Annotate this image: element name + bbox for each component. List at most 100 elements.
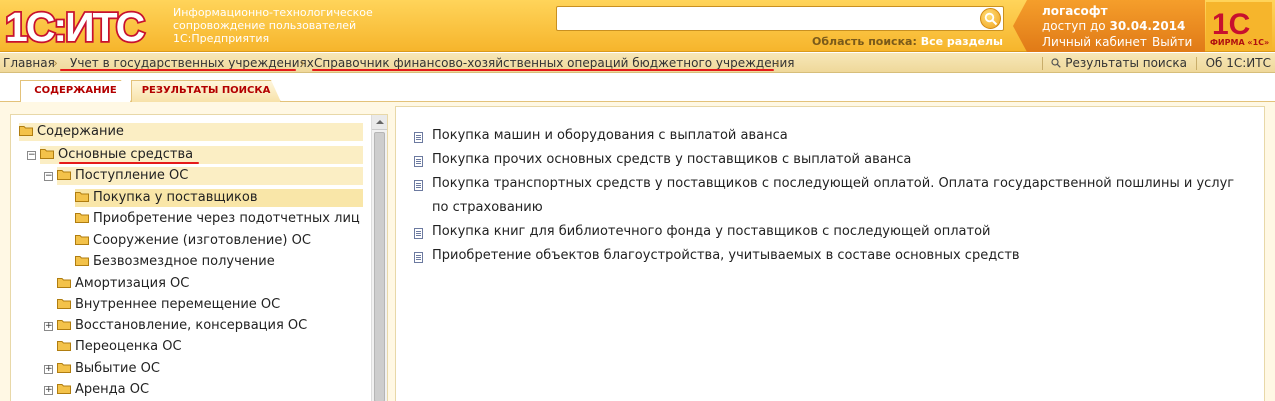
document-link[interactable]: Покупка книг для библиотечного фонда у п… <box>432 220 990 244</box>
tree-item-label: Покупка у поставщиков <box>93 190 258 205</box>
tree-item-label: Сооружение (изготовление) ОС <box>93 233 311 248</box>
tree-item-contents[interactable]: Содержание <box>19 123 363 141</box>
breadcrumb-gov-accounting[interactable]: Учет в государственных учреждениях <box>70 56 314 70</box>
divider <box>1195 57 1197 70</box>
tree-item-label: Внутреннее перемещение ОС <box>75 297 281 312</box>
top-header: 1С:ИТС Информационно-технологическое соп… <box>0 0 1275 52</box>
tab-contents[interactable]: СОДЕРЖАНИЕ <box>20 80 131 102</box>
tree-item-label: Аренда ОС <box>75 382 150 397</box>
tree-item-label: Безвозмездное получение <box>93 254 275 269</box>
account-name: логасофт <box>1042 4 1108 18</box>
folder-icon <box>57 299 71 309</box>
document-link[interactable]: Покупка машин и оборудования с выплатой … <box>432 124 788 148</box>
tree-item-label: Содержание <box>37 124 124 139</box>
arrow-up-icon <box>376 120 384 124</box>
logo-description: Информационно-технологическое сопровожде… <box>173 6 373 45</box>
account-panel: логасофт доступ до 30.04.2014 Личный каб… <box>1013 0 1205 52</box>
chevron-right-icon: › <box>300 56 305 70</box>
scrollbar-thumb[interactable] <box>374 132 385 401</box>
divider <box>1041 57 1043 70</box>
search-button[interactable] <box>980 8 1001 29</box>
folder-icon <box>75 256 89 266</box>
folder-icon <box>57 384 71 394</box>
tree-item-purchase-from-suppliers[interactable]: Покупка у поставщиков <box>75 189 363 207</box>
logo-text: 1С:ИТС <box>5 4 145 47</box>
tree-item-internal-transfer[interactable]: Внутреннее перемещение ОС <box>57 296 280 314</box>
breadcrumb-handbook[interactable]: Справочник финансово-хозяйственных опера… <box>314 56 794 70</box>
breadcrumb: Главная › Учет в государственных учрежде… <box>0 53 1275 73</box>
firm-caption: ФИРМА «1С» <box>1210 38 1270 47</box>
tree-item-label: Основные средства <box>58 147 194 162</box>
firm-logo-text: 1С <box>1212 8 1250 41</box>
scroll-up-button[interactable] <box>372 115 387 130</box>
logo-desc-line: Информационно-технологическое <box>173 6 373 19</box>
contents-tree: Содержание − Основные средства − Поступл… <box>10 114 388 401</box>
tree-item-accountable-persons[interactable]: Приобретение через подотчетных лиц <box>75 210 360 228</box>
access-prefix: доступ до <box>1042 19 1106 33</box>
document-icon <box>414 228 423 239</box>
tree-item-revaluation[interactable]: Переоценка ОС <box>57 338 182 356</box>
annotation-underline <box>312 69 774 71</box>
folder-icon <box>19 126 33 136</box>
tree-item-construction[interactable]: Сооружение (изготовление) ОС <box>75 232 311 250</box>
document-icon <box>414 156 423 167</box>
tree-item-lease[interactable]: Аренда ОС <box>57 381 149 399</box>
document-link-continuation[interactable]: по страхованию <box>432 196 543 220</box>
tree-item-restoration[interactable]: Восстановление, консервация ОС <box>57 317 307 335</box>
search-scope-value[interactable]: Все разделы <box>921 35 1003 48</box>
folder-icon <box>57 363 71 373</box>
expand-toggle-icon[interactable]: + <box>44 365 53 374</box>
folder-icon <box>75 213 89 223</box>
search-scope: Область поиска: Все разделы <box>812 35 1003 48</box>
breadcrumb-home[interactable]: Главная <box>3 56 55 70</box>
tab-strip: СОДЕРЖАНИЕ РЕЗУЛЬТАТЫ ПОИСКА <box>0 74 1275 102</box>
logout-link[interactable]: Выйти <box>1152 35 1192 49</box>
search-scope-label: Область поиска: <box>812 35 917 48</box>
collapse-toggle-icon[interactable]: − <box>44 172 53 181</box>
document-icon <box>414 132 423 143</box>
access-until: доступ до 30.04.2014 <box>1042 19 1185 33</box>
logo-desc-line: 1С:Предприятия <box>173 32 270 45</box>
itc-logo[interactable]: 1С:ИТС <box>3 3 166 47</box>
folder-icon <box>75 235 89 245</box>
tree-scrollbar[interactable] <box>371 115 387 401</box>
annotation-underline <box>60 69 296 71</box>
tree-item-label: Выбытие ОС <box>75 361 160 376</box>
tree-item-label: Переоценка ОС <box>75 339 182 354</box>
chevron-right-icon: › <box>53 56 58 70</box>
tree-item-disposal[interactable]: Выбытие ОС <box>57 360 160 378</box>
document-link[interactable]: Покупка транспортных средств у поставщик… <box>432 172 1234 196</box>
chevron-right-icon: › <box>775 56 780 70</box>
about-link[interactable]: Об 1С:ИТС <box>1206 56 1271 70</box>
document-link[interactable]: Приобретение объектов благоустройства, у… <box>432 244 1020 268</box>
tree-item-depreciation[interactable]: Амортизация ОС <box>57 275 189 293</box>
folder-icon <box>57 341 71 351</box>
annotation-underline <box>59 162 199 164</box>
tree-item-free-receipt[interactable]: Безвозмездное получение <box>75 253 275 271</box>
expand-toggle-icon[interactable]: + <box>44 322 53 331</box>
document-icon <box>414 180 423 191</box>
folder-icon <box>57 320 71 330</box>
search-box <box>556 6 1004 31</box>
personal-cabinet-link[interactable]: Личный кабинет <box>1042 35 1147 49</box>
tree-item-label: Поступление ОС <box>75 168 189 183</box>
tree-item-label: Приобретение через подотчетных лиц <box>93 211 360 226</box>
document-link[interactable]: Покупка прочих основных средств у постав… <box>432 148 911 172</box>
folder-icon <box>57 278 71 288</box>
tree-item-label: Восстановление, консервация ОС <box>75 318 308 333</box>
document-icon <box>414 252 423 263</box>
tree-item-label: Амортизация ОС <box>75 276 190 291</box>
folder-icon <box>40 149 54 159</box>
top-links: Результаты поиска Об 1С:ИТС <box>1037 56 1271 70</box>
search-input[interactable] <box>557 7 977 30</box>
search-results-link[interactable]: Результаты поиска <box>1065 56 1187 70</box>
expand-toggle-icon[interactable]: + <box>44 386 53 395</box>
access-date: 30.04.2014 <box>1109 19 1186 33</box>
tab-search-results[interactable]: РЕЗУЛЬТАТЫ ПОИСКА <box>131 80 281 102</box>
document-list: Покупка машин и оборудования с выплатой … <box>395 106 1265 401</box>
collapse-toggle-icon[interactable]: − <box>27 151 36 160</box>
folder-icon <box>75 192 89 202</box>
search-icon <box>984 12 998 26</box>
search-icon <box>1051 58 1062 68</box>
tree-item-receipt[interactable]: Поступление ОС <box>57 167 363 185</box>
